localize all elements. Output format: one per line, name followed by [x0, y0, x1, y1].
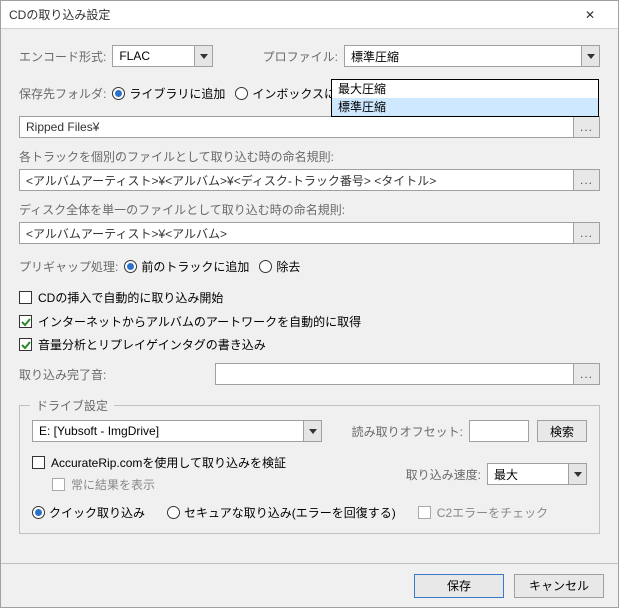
checkbox-icon [418, 506, 431, 519]
dialog-footer: 保存 キャンセル [1, 563, 618, 607]
completesound-browse-button[interactable]: ... [574, 363, 600, 385]
chevron-down-icon [568, 464, 586, 484]
check-accuraterip[interactable]: AccurateRip.comを使用して取り込みを検証 [32, 454, 286, 471]
profile-option-0[interactable]: 最大圧縮 [332, 80, 598, 98]
close-icon: ✕ [585, 8, 595, 22]
radio-icon [167, 506, 180, 519]
checkbox-icon [19, 315, 32, 328]
checkbox-icon [32, 456, 45, 469]
radio-icon [32, 506, 45, 519]
speed-select[interactable]: 最大 [487, 463, 587, 485]
check-c2[interactable]: C2エラーをチェック [418, 504, 548, 521]
savefolder-label: 保存先フォルダ: [19, 85, 106, 102]
drive-fieldset: ドライブ設定 E: [Yubsoft - ImgDrive] 読み取りオフセット… [19, 405, 600, 534]
encode-value: FLAC [119, 49, 150, 63]
checkbox-icon [19, 338, 32, 351]
tracknaming-input[interactable]: <アルバムアーティスト>¥<アルバム>¥<ディスク-トラック番号> <タイトル> [19, 169, 574, 191]
radio-pregap-remove[interactable]: 除去 [259, 258, 300, 275]
radio-icon [112, 87, 125, 100]
titlebar: CDの取り込み設定 ✕ [1, 1, 618, 29]
discnaming-input[interactable]: <アルバムアーティスト>¥<アルバム> [19, 222, 574, 244]
chevron-down-icon [581, 46, 599, 66]
check-autorip[interactable]: CDの挿入で自動的に取り込み開始 [19, 289, 223, 306]
offset-label: 読み取りオフセット: [352, 423, 463, 440]
profile-option-1[interactable]: 標準圧縮 [332, 98, 598, 116]
tracknaming-browse-button[interactable]: ... [574, 169, 600, 191]
cancel-button[interactable]: キャンセル [514, 574, 604, 598]
close-button[interactable]: ✕ [570, 1, 610, 28]
drive-select[interactable]: E: [Yubsoft - ImgDrive] [32, 420, 322, 442]
profile-dropdown[interactable]: 最大圧縮 標準圧縮 [331, 79, 599, 117]
dialog-window: CDの取り込み設定 ✕ エンコード形式: FLAC プロファイル: 標準圧縮 最… [0, 0, 619, 608]
check-replaygain[interactable]: 音量分析とリプレイゲインタグの書き込み [19, 336, 266, 353]
save-button[interactable]: 保存 [414, 574, 504, 598]
savefolder-input[interactable]: Ripped Files¥ [19, 116, 574, 138]
profile-select[interactable]: 標準圧縮 [344, 45, 600, 67]
radio-icon [235, 87, 248, 100]
radio-library[interactable]: ライブラリに追加 [112, 85, 225, 102]
offset-input[interactable] [469, 420, 529, 442]
offset-search-button[interactable]: 検索 [537, 420, 587, 442]
profile-value: 標準圧縮 [351, 48, 399, 65]
radio-securerip[interactable]: セキュアな取り込み(エラーを回復する) [167, 504, 396, 521]
savefolder-browse-button[interactable]: ... [574, 116, 600, 138]
radio-quickrip[interactable]: クイック取り込み [32, 504, 145, 521]
encode-label: エンコード形式: [19, 48, 106, 65]
checkbox-icon [19, 291, 32, 304]
encode-select[interactable]: FLAC [112, 45, 213, 67]
radio-icon [259, 260, 272, 273]
discnaming-label: ディスク全体を単一のファイルとして取り込む時の命名規則: [19, 201, 600, 218]
radio-icon [124, 260, 137, 273]
radio-pregap-append[interactable]: 前のトラックに追加 [124, 258, 249, 275]
completesound-label: 取り込み完了音: [19, 366, 209, 383]
check-alwaysshow[interactable]: 常に結果を表示 [52, 476, 155, 493]
discnaming-browse-button[interactable]: ... [574, 222, 600, 244]
tracknaming-label: 各トラックを個別のファイルとして取り込む時の命名規則: [19, 148, 600, 165]
check-artwork[interactable]: インターネットからアルバムのアートワークを自動的に取得 [19, 313, 361, 330]
completesound-input[interactable] [215, 363, 574, 385]
window-title: CDの取り込み設定 [9, 6, 570, 23]
chevron-down-icon [194, 46, 212, 66]
drive-legend: ドライブ設定 [30, 397, 114, 414]
checkbox-icon [52, 478, 65, 491]
speed-label: 取り込み速度: [406, 466, 481, 483]
pregap-label: プリギャップ処理: [19, 258, 118, 275]
profile-label: プロファイル: [263, 48, 338, 65]
chevron-down-icon [303, 421, 321, 441]
radio-library-label: ライブラリに追加 [129, 85, 225, 102]
